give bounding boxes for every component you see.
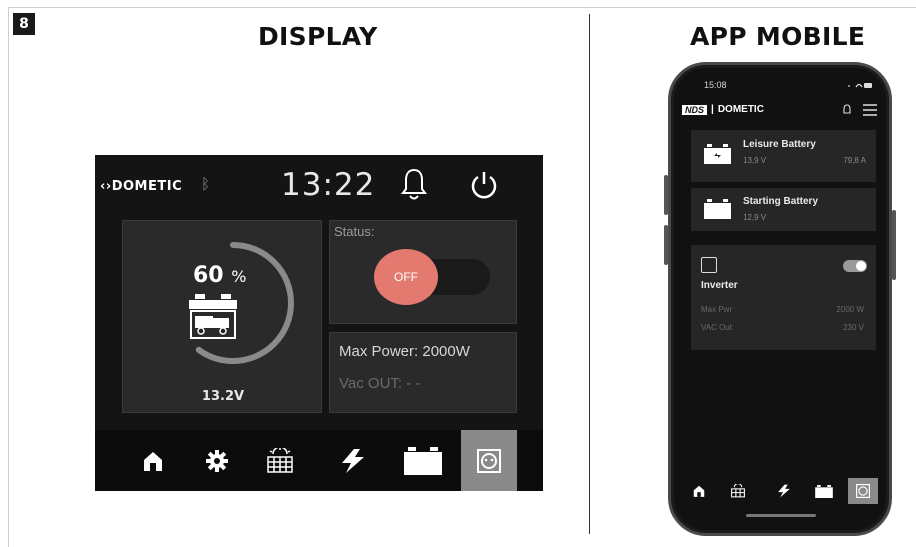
vac-out-value: 230 V: [843, 323, 864, 332]
inverter-toggle-button[interactable]: OFF: [374, 249, 438, 305]
bell-icon[interactable]: [400, 167, 428, 203]
phone-side-button: [892, 210, 896, 280]
dometic-logo: ‹›DOMETIC: [100, 179, 182, 194]
battery-icon: [404, 446, 442, 475]
frame-top-border: [8, 7, 916, 8]
socket-icon: [701, 257, 717, 273]
charger-icon: [342, 448, 364, 473]
bell-icon[interactable]: [843, 104, 851, 114]
socket-icon: [477, 448, 501, 473]
dometic-chevron-icon: ‹›: [100, 179, 112, 194]
nav-home[interactable]: [125, 430, 181, 491]
starting-battery-title: Starting Battery: [743, 196, 819, 207]
app-nav-home[interactable]: [684, 478, 714, 504]
app-header-icons: [843, 104, 877, 116]
inverter-title: Inverter: [701, 280, 738, 291]
app-nav-charger[interactable]: [769, 478, 799, 504]
battery-percent-value: 60: [193, 263, 224, 288]
status-label: Status:: [334, 224, 375, 239]
inverter-max-power-row: Max Pwr 2000 W: [701, 305, 864, 314]
battery-card: 60 % 13.2V: [122, 220, 322, 413]
display-section-title: DISPLAY: [258, 22, 378, 51]
app-nav-solar[interactable]: [723, 478, 753, 504]
socket-icon: [856, 484, 870, 498]
home-icon: [693, 485, 705, 497]
inverter-toggle[interactable]: [843, 260, 867, 272]
brand-name: DOMETIC: [111, 179, 183, 194]
inverter-info-card: Max Power: 2000W Vac OUT: - -: [329, 332, 517, 413]
starting-battery-voltage: 12,9 V: [743, 213, 767, 222]
menu-icon[interactable]: [863, 104, 877, 116]
max-power-value: 2000 W: [836, 305, 864, 314]
charger-icon: [778, 484, 790, 498]
app-header-logo: NDS | DOMETIC: [682, 104, 764, 115]
status-card: Status: OFF: [329, 220, 517, 324]
nav-settings[interactable]: [189, 430, 245, 491]
nav-charger[interactable]: [325, 430, 381, 491]
leisure-battery-card[interactable]: Leisure Battery 13,9 V 79,8 A: [691, 130, 876, 182]
battery-icon: [815, 484, 833, 498]
phone-screen: 15:08 NDS | DOMETIC Leisure Battery 13,9…: [674, 68, 886, 530]
logo-separator: |: [711, 104, 714, 115]
app-nav-bar: [674, 478, 886, 504]
solar-panel-icon: [731, 484, 745, 498]
gear-icon: [206, 449, 228, 472]
display-nav-bar: [95, 430, 543, 491]
battery-percent-unit: %: [231, 267, 247, 286]
battery-icon: [704, 199, 731, 219]
app-section-title: APP MOBILE: [690, 22, 866, 51]
battery-vehicle-icon: [189, 294, 237, 339]
control-display: ‹›DOMETIC ᛒ 13:22 60 % 13.2V Status: OFF…: [95, 155, 543, 491]
step-badge: 8: [13, 13, 35, 35]
leisure-battery-voltage: 13,9 V: [743, 156, 767, 165]
phone-clock: 15:08: [704, 80, 727, 90]
display-clock: 13:22: [281, 167, 376, 203]
inverter-card: Inverter Max Pwr 2000 W VAC Out 230 V: [691, 245, 876, 350]
phone-status-icons: [848, 83, 872, 88]
nds-logo: NDS: [682, 104, 708, 115]
leisure-battery-title: Leisure Battery: [743, 139, 816, 150]
nav-solar[interactable]: [252, 430, 308, 491]
home-icon: [144, 451, 162, 471]
bluetooth-icon: ᛒ: [201, 176, 211, 193]
power-icon[interactable]: [469, 169, 499, 201]
battery-percent: 60 %: [193, 263, 247, 288]
starting-battery-card[interactable]: Starting Battery 12,9 V: [691, 188, 876, 231]
solar-panel-icon: [267, 447, 293, 473]
nav-battery[interactable]: [395, 430, 451, 491]
battery-icon: [704, 144, 731, 164]
frame-left-border: [8, 7, 9, 547]
battery-voltage: 13.2V: [201, 389, 245, 404]
leisure-battery-current: 79,8 A: [843, 156, 866, 165]
phone-home-indicator: [746, 514, 816, 517]
app-nav-inverter[interactable]: [848, 478, 878, 504]
max-power-label: Max Pwr: [701, 305, 733, 314]
inverter-vac-row: VAC Out 230 V: [701, 323, 864, 332]
section-divider: [589, 14, 590, 534]
nav-inverter[interactable]: [461, 430, 517, 491]
vac-out-text: Vac OUT: - -: [339, 375, 421, 392]
max-power-text: Max Power: 2000W: [339, 343, 470, 360]
app-brand: DOMETIC: [717, 104, 764, 115]
vac-out-label: VAC Out: [701, 323, 732, 332]
app-nav-battery[interactable]: [809, 478, 839, 504]
